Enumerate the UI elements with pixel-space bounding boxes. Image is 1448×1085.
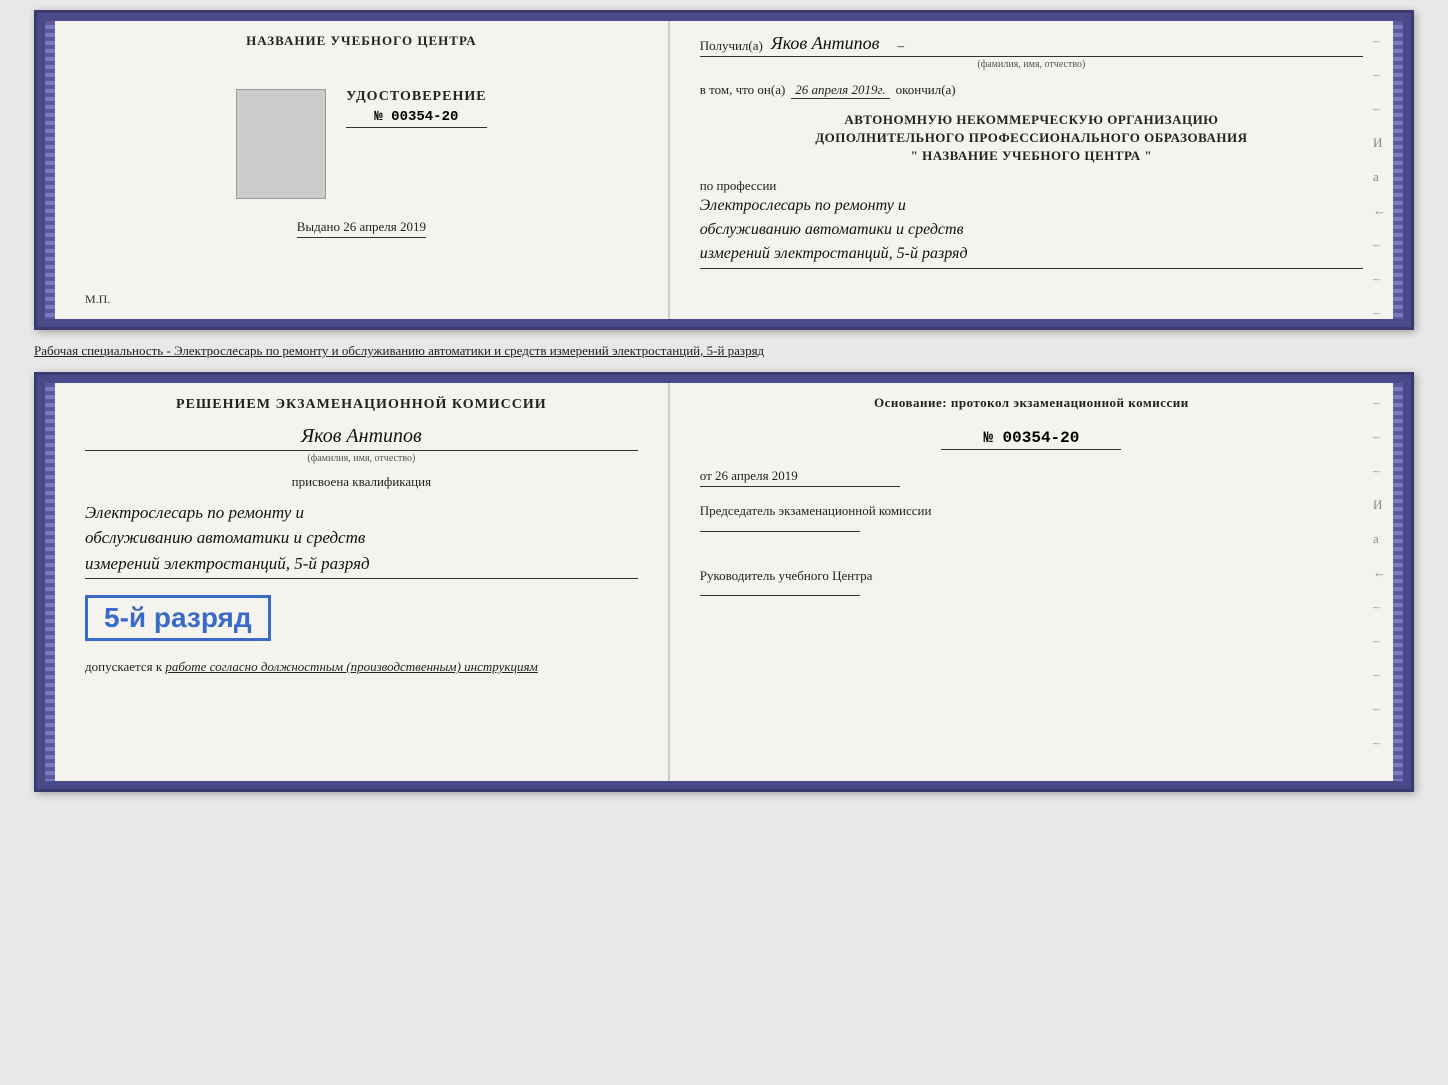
vtom-block: в том, что он(а) 26 апреля 2019г. окончи…	[700, 82, 1363, 99]
udost-title: УДОСТОВЕРЕНИЕ	[346, 89, 486, 105]
chairman-sig-line	[700, 531, 860, 532]
dopuskaetsya-text: работе согласно должностным (производств…	[165, 659, 537, 674]
osnovanie-title: Основание: протокол экзаменационной коми…	[700, 395, 1363, 411]
vydano-line: Выдано 26 апреля 2019	[297, 219, 426, 238]
vtom-date: 26 апреля 2019г.	[791, 82, 889, 99]
mp-label: М.П.	[85, 292, 110, 307]
spine-right	[1393, 13, 1411, 327]
letter-a: а	[1373, 169, 1386, 185]
letter-i-b: И	[1373, 497, 1386, 513]
prisvoena-label: присвоена квалификация	[85, 474, 638, 490]
qualification-block: Электрослесарь по ремонту и обслуживанию…	[85, 500, 638, 580]
dash-mark-5: –	[1373, 271, 1386, 287]
ot-label: от	[700, 468, 712, 483]
separator-text: Рабочая специальность - Электрослесарь п…	[34, 338, 1414, 364]
vydano-label: Выдано	[297, 219, 340, 234]
date-from-line: от 26 апреля 2019	[700, 468, 900, 487]
org-line3: " НАЗВАНИЕ УЧЕБНОГО ЦЕНТРА "	[700, 147, 1363, 165]
chairman-label: Председатель экзаменационной комиссии	[700, 501, 1363, 521]
profession-block: по профессии Электрослесарь по ремонту и…	[700, 178, 1363, 269]
spine-left-bottom	[37, 375, 55, 789]
spine-left	[37, 13, 55, 327]
bottom-person-name: Яков Антипов	[85, 425, 638, 451]
udost-number: № 00354-20	[346, 109, 486, 128]
udost-block: УДОСТОВЕРЕНИЕ № 00354-20	[346, 89, 486, 128]
dash1: –	[897, 38, 904, 54]
letter-a-b: а	[1373, 531, 1386, 547]
razryad-badge: 5-й разряд	[85, 595, 271, 641]
arrow-left-b: ←	[1373, 565, 1386, 581]
arrow-left: ←	[1373, 203, 1386, 219]
vydano-date: 26 апреля 2019	[343, 219, 426, 234]
letter-i: И	[1373, 135, 1386, 151]
commission-title: Решением экзаменационной комиссии	[85, 395, 638, 415]
bottom-left-page: Решением экзаменационной комиссии Яков А…	[55, 375, 670, 789]
dash-mark-3: –	[1373, 101, 1386, 117]
profession-line1: Электрослесарь по ремонту и обслуживанию…	[700, 194, 1363, 269]
org-line2: ДОПОЛНИТЕЛЬНОГО ПРОФЕССИОНАЛЬНОГО ОБРАЗО…	[700, 129, 1363, 147]
ot-date: 26 апреля 2019	[715, 468, 798, 483]
org-block: АВТОНОМНУЮ НЕКОММЕРЧЕСКУЮ ОРГАНИЗАЦИЮ ДО…	[700, 111, 1363, 166]
dash-b8: –	[1373, 735, 1386, 751]
profession-label: по профессии	[700, 178, 1363, 194]
rukovoditel-block: Руководитель учебного Центра	[700, 566, 1363, 597]
dash-b1: –	[1373, 395, 1386, 411]
dash-b7: –	[1373, 701, 1386, 717]
dash-b2: –	[1373, 429, 1386, 445]
dash-b6: –	[1373, 667, 1386, 683]
bottom-person-block: Яков Антипов (фамилия, имя, отчество)	[85, 425, 638, 464]
right-marks-top: – – – И а ← – – –	[1373, 33, 1386, 321]
dash-b4: –	[1373, 599, 1386, 615]
dopuskaetsya-block: допускается к работе согласно должностны…	[85, 657, 638, 677]
chairman-block: Председатель экзаменационной комиссии	[700, 501, 1363, 532]
org-line1: АВТОНОМНУЮ НЕКОММЕРЧЕСКУЮ ОРГАНИЗАЦИЮ	[700, 111, 1363, 129]
dopuskaetsya-label: допускается к	[85, 659, 162, 674]
rukovoditel-sig-line	[700, 595, 860, 596]
dash-mark-4: –	[1373, 237, 1386, 253]
recipient-block: Получил(а) Яков Антипов – (фамилия, имя,…	[700, 33, 1363, 70]
top-left-title: НАЗВАНИЕ УЧЕБНОГО ЦЕНТРА	[246, 33, 477, 49]
top-diploma-book: НАЗВАНИЕ УЧЕБНОГО ЦЕНТРА УДОСТОВЕРЕНИЕ №…	[34, 10, 1414, 330]
dash-mark-6: –	[1373, 305, 1386, 321]
rukovoditel-label: Руководитель учебного Центра	[700, 566, 1363, 586]
recipient-label: Получил(а)	[700, 38, 763, 54]
right-marks-bottom: – – – И а ← – – – – –	[1373, 395, 1386, 751]
top-left-page: НАЗВАНИЕ УЧЕБНОГО ЦЕНТРА УДОСТОВЕРЕНИЕ №…	[55, 13, 670, 327]
spine-right-bottom	[1393, 375, 1411, 789]
dash-b3: –	[1373, 463, 1386, 479]
vtom-label: в том, что он(а)	[700, 82, 786, 98]
protocol-number: № 00354-20	[941, 429, 1121, 450]
recipient-name: Яков Антипов	[771, 33, 880, 54]
photo-placeholder	[236, 89, 326, 199]
dash-b5: –	[1373, 633, 1386, 649]
bottom-right-page: Основание: протокол экзаменационной коми…	[670, 375, 1393, 789]
okonchil-label: окончил(а)	[896, 82, 956, 98]
top-right-page: Получил(а) Яков Антипов – (фамилия, имя,…	[670, 13, 1393, 327]
bottom-fio-hint: (фамилия, имя, отчество)	[85, 453, 638, 464]
fio-hint-top: (фамилия, имя, отчество)	[700, 59, 1363, 70]
dash-mark-2: –	[1373, 67, 1386, 83]
bottom-diploma-book: Решением экзаменационной комиссии Яков А…	[34, 372, 1414, 792]
razryad-badge-block: 5-й разряд	[85, 589, 638, 647]
dash-mark-1: –	[1373, 33, 1386, 49]
